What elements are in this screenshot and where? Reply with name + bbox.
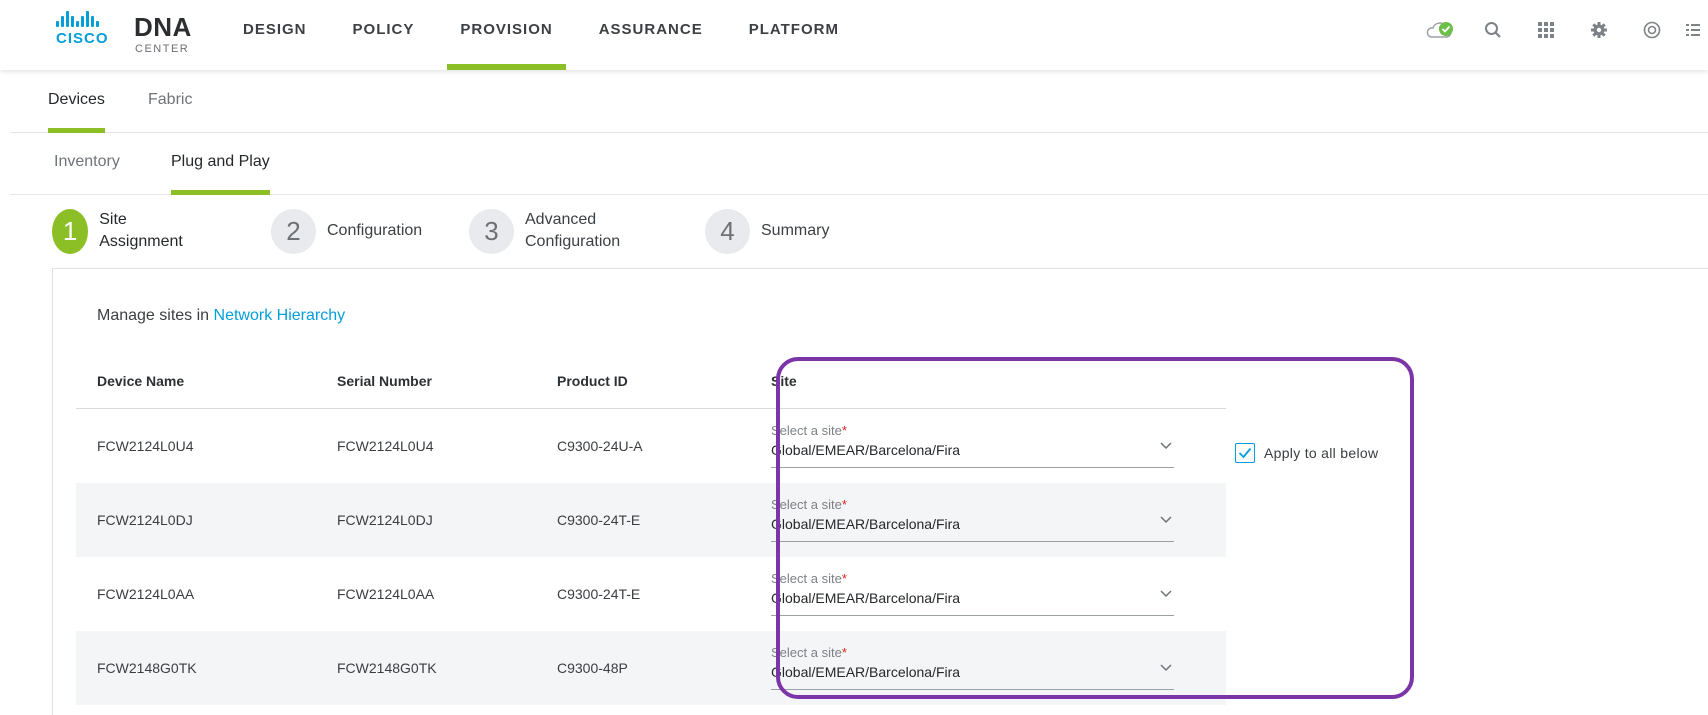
- product-id-cell: C9300-24U-A: [557, 438, 643, 454]
- checkbox-checked-icon: [1235, 443, 1255, 463]
- step-label: Advanced Configuration: [525, 211, 621, 250]
- manage-sites-text: Manage sites in Network Hierarchy: [97, 307, 345, 325]
- step-label: Site Assignment: [99, 211, 183, 250]
- device-name-cell: FCW2124L0AA: [97, 586, 195, 602]
- site-select-label: Select a site*: [771, 497, 847, 512]
- cisco-bars-icon: [56, 11, 99, 27]
- product-subname: CENTER: [135, 43, 190, 55]
- network-hierarchy-link[interactable]: Network Hierarchy: [214, 307, 346, 324]
- nav-provision[interactable]: PROVISION: [437, 0, 575, 70]
- site-select-value: Global/EMEAR/Barcelona/Fira: [771, 664, 961, 680]
- step-label: Summary: [761, 222, 830, 239]
- step-number: 2: [271, 208, 316, 254]
- menu-list-icon[interactable]: [1678, 0, 1708, 60]
- site-select-label: Select a site*: [771, 571, 847, 586]
- table-row: FCW2124L0AA FCW2124L0AA C9300-24T-E Sele…: [76, 557, 1226, 631]
- step-label: Configuration: [327, 222, 423, 239]
- tab-fabric[interactable]: Fabric: [148, 71, 192, 133]
- manage-sites-prefix: Manage sites in: [97, 307, 210, 324]
- nav-design[interactable]: DESIGN: [220, 0, 330, 70]
- nav-assurance[interactable]: ASSURANCE: [576, 0, 726, 70]
- device-name-cell: FCW2148G0TK: [97, 660, 197, 676]
- nav-platform[interactable]: PLATFORM: [726, 0, 862, 70]
- top-header: CISCO DNA CENTER DESIGN POLICY PROVISION…: [0, 0, 1708, 70]
- step-summary[interactable]: 4 Summary: [705, 208, 829, 254]
- step-number: 3: [469, 208, 514, 254]
- col-site[interactable]: Site: [771, 356, 1226, 408]
- chevron-down-icon: [1160, 442, 1172, 450]
- step-configuration[interactable]: 2 Configuration: [271, 208, 422, 254]
- col-product-id[interactable]: Product ID: [557, 356, 628, 408]
- site-select-label: Select a site*: [771, 645, 847, 660]
- top-nav: DESIGN POLICY PROVISION ASSURANCE PLATFO…: [220, 0, 862, 70]
- step-site-assignment[interactable]: 1 Site Assignment: [52, 208, 192, 254]
- primary-tabs: Devices Fabric: [10, 71, 1708, 133]
- chevron-down-icon: [1160, 516, 1172, 524]
- table-row: FCW2124L0DJ FCW2124L0DJ C9300-24T-E Sele…: [76, 483, 1226, 557]
- cisco-wordmark: CISCO: [56, 30, 109, 47]
- nav-policy[interactable]: POLICY: [330, 0, 438, 70]
- device-name-cell: FCW2124L0U4: [97, 438, 194, 454]
- serial-number-cell: FCW2124L0AA: [337, 586, 435, 602]
- table-row: FCW2148G0TK FCW2148G0TK C9300-48P Select…: [76, 631, 1226, 705]
- apps-grid-icon[interactable]: [1519, 0, 1572, 60]
- chevron-down-icon: [1160, 664, 1172, 672]
- table-header: Device Name Serial Number Product ID Sit…: [76, 356, 1226, 409]
- site-select-value: Global/EMEAR/Barcelona/Fira: [771, 590, 961, 606]
- chevron-down-icon: [1160, 590, 1172, 598]
- device-name-cell: FCW2124L0DJ: [97, 512, 193, 528]
- cloud-status-icon[interactable]: [1413, 0, 1466, 60]
- step-number: 4: [705, 208, 750, 254]
- serial-number-cell: FCW2148G0TK: [337, 660, 437, 676]
- table-row: FCW2124L0U4 FCW2124L0U4 C9300-24U-A Sele…: [76, 409, 1226, 483]
- site-select[interactable]: Select a site* Global/EMEAR/Barcelona/Fi…: [771, 645, 1174, 690]
- serial-number-cell: FCW2124L0U4: [337, 438, 434, 454]
- product-id-cell: C9300-48P: [557, 660, 628, 676]
- site-assignment-panel: Manage sites in Network Hierarchy Device…: [52, 268, 1708, 715]
- apply-to-all-label: Apply to all below: [1264, 445, 1379, 461]
- search-icon[interactable]: [1466, 0, 1519, 60]
- col-device-name[interactable]: Device Name: [97, 356, 184, 408]
- tab-inventory[interactable]: Inventory: [54, 133, 120, 195]
- device-table: Device Name Serial Number Product ID Sit…: [76, 356, 1226, 705]
- site-select-value: Global/EMEAR/Barcelona/Fira: [771, 442, 961, 458]
- tab-devices[interactable]: Devices: [48, 71, 105, 133]
- step-number: 1: [52, 208, 89, 254]
- site-select-label: Select a site*: [771, 423, 847, 438]
- product-id-cell: C9300-24T-E: [557, 586, 641, 602]
- help-globe-icon[interactable]: [1625, 0, 1678, 60]
- secondary-tabs: Inventory Plug and Play: [10, 133, 1708, 195]
- step-advanced-configuration[interactable]: 3 Advanced Configuration: [469, 208, 635, 254]
- site-select[interactable]: Select a site* Global/EMEAR/Barcelona/Fi…: [771, 571, 1174, 616]
- product-name: DNA: [134, 12, 192, 42]
- settings-gear-icon[interactable]: [1572, 0, 1625, 60]
- col-serial-number[interactable]: Serial Number: [337, 356, 432, 408]
- cisco-dna-center-logo[interactable]: CISCO DNA CENTER: [56, 11, 206, 55]
- header-icons: [1413, 0, 1708, 60]
- site-select[interactable]: Select a site* Global/EMEAR/Barcelona/Fi…: [771, 423, 1174, 468]
- site-select-value: Global/EMEAR/Barcelona/Fira: [771, 516, 961, 532]
- product-id-cell: C9300-24T-E: [557, 512, 641, 528]
- serial-number-cell: FCW2124L0DJ: [337, 512, 433, 528]
- tab-plug-and-play[interactable]: Plug and Play: [171, 133, 270, 195]
- site-select[interactable]: Select a site* Global/EMEAR/Barcelona/Fi…: [771, 497, 1174, 542]
- apply-to-all-checkbox[interactable]: Apply to all below: [1235, 442, 1378, 464]
